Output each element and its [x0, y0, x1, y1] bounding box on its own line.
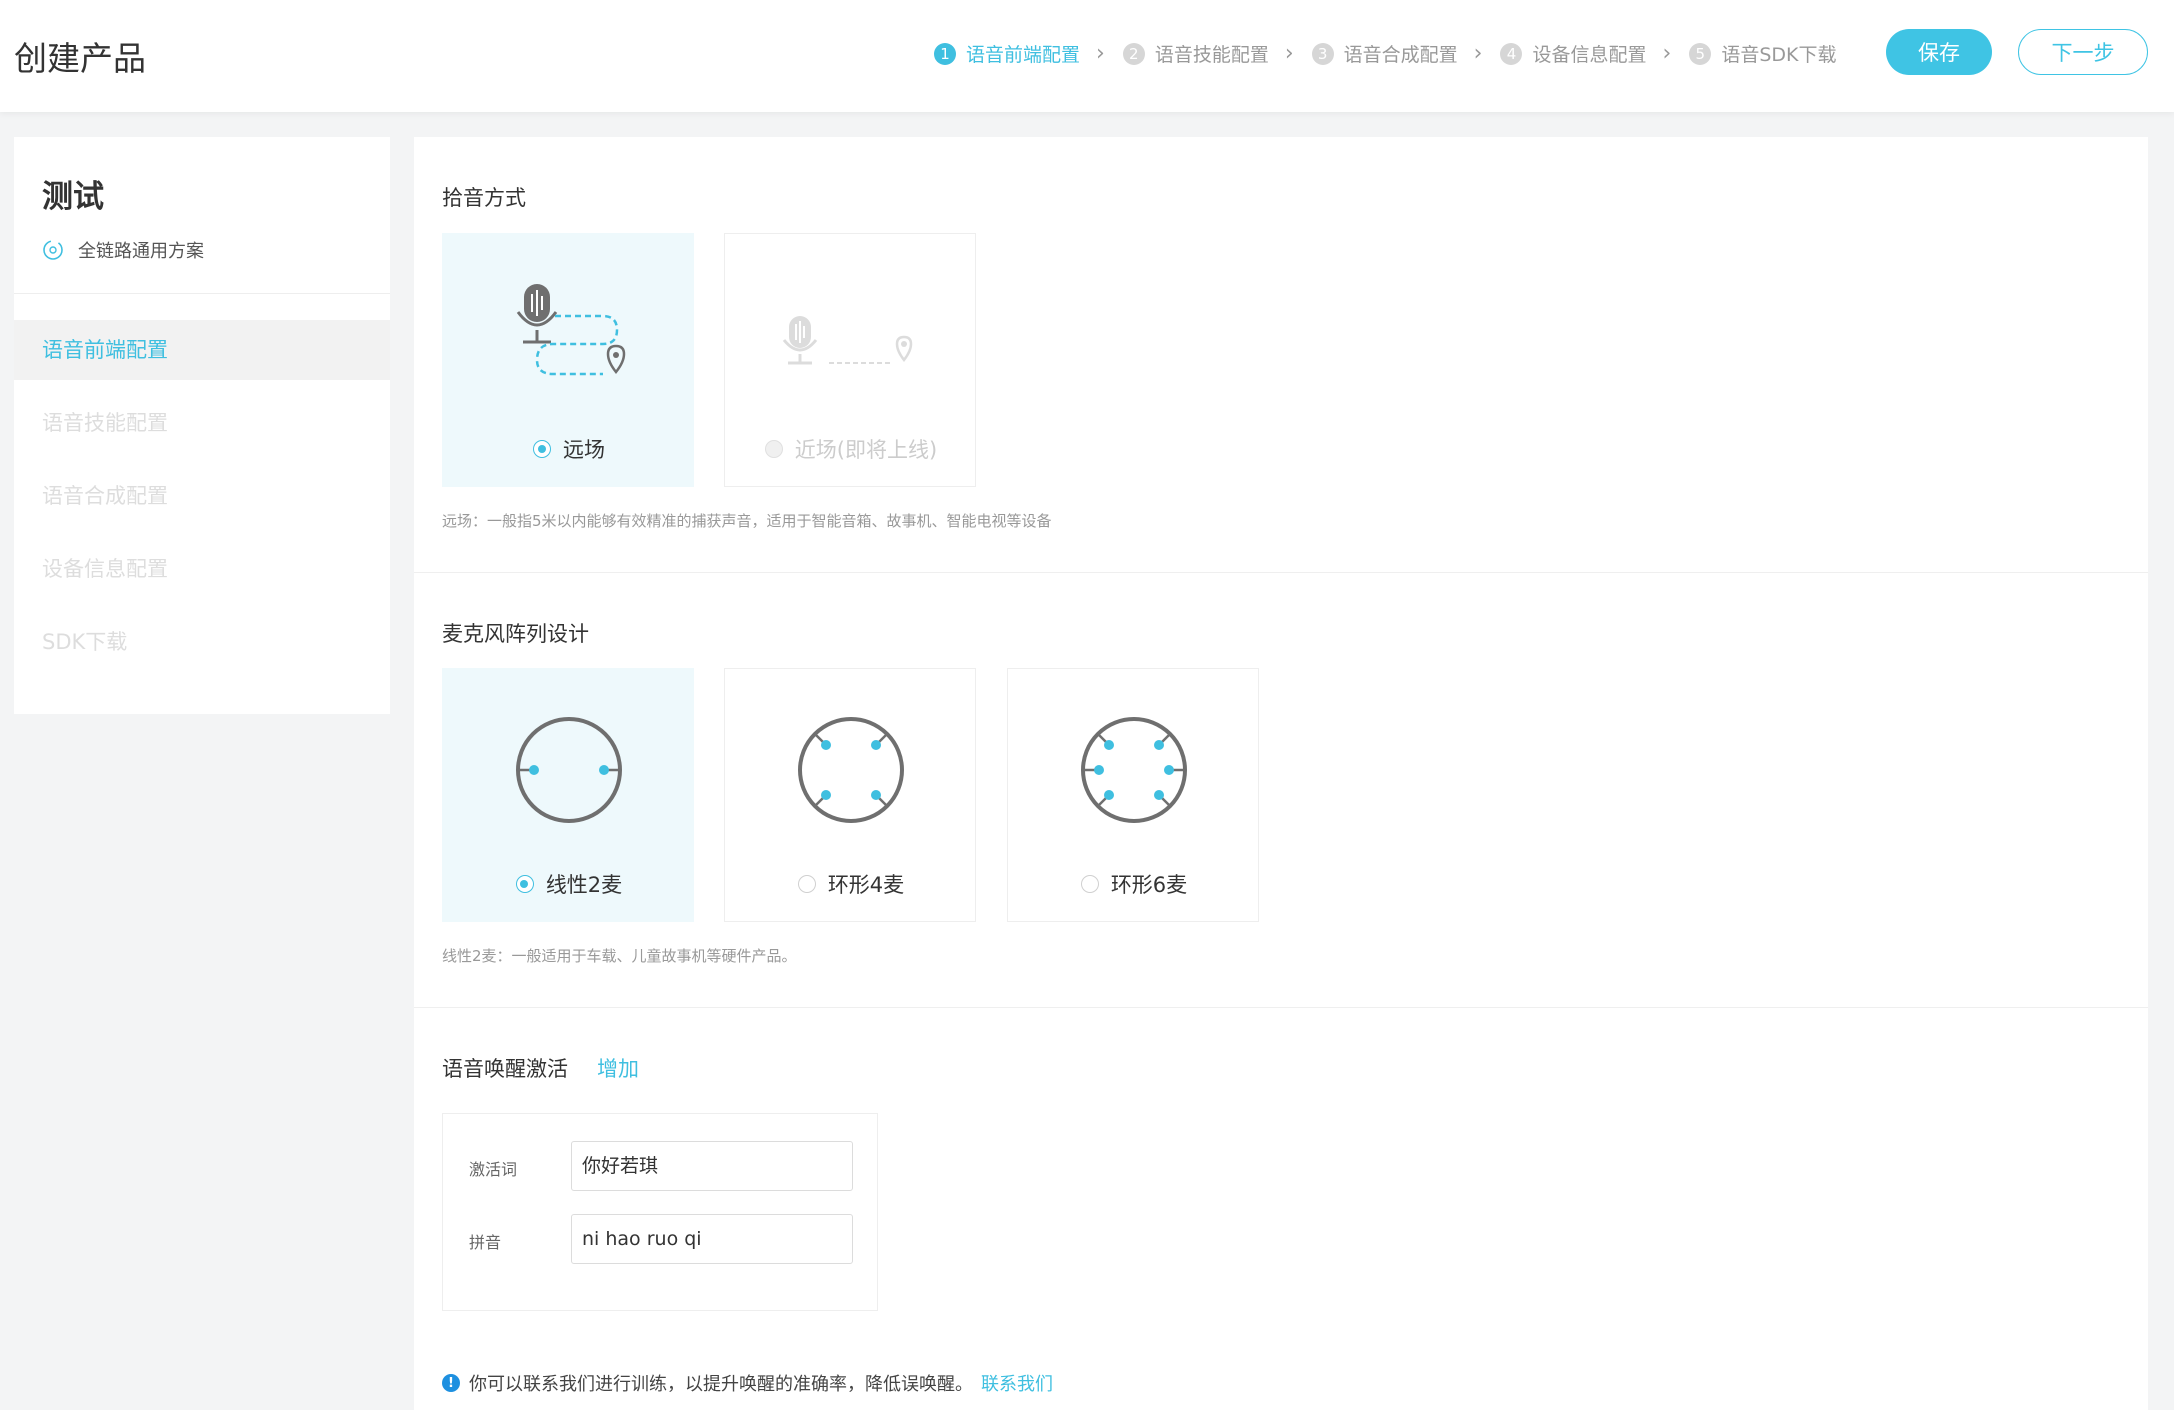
- step-label: 语音合成配置: [1343, 44, 1458, 66]
- sidebar-item-sdk-download[interactable]: SDK下载: [14, 612, 390, 672]
- step-number: 1: [934, 42, 956, 65]
- sidebar-item-skills[interactable]: 语音技能配置: [14, 393, 390, 453]
- step-5[interactable]: 5 语音SDK下载: [1689, 40, 1836, 67]
- divider: [414, 572, 2148, 573]
- step-label: 设备信息配置: [1532, 44, 1647, 66]
- mic-array-description: 线性2麦：一般适用于车载、儿童故事机等硬件产品。: [442, 947, 797, 965]
- wakeup-word-box: 激活词 你好若琪 拼音 ni hao ruo qi: [442, 1113, 878, 1311]
- linear-2-mic-radio-row: 线性2麦: [443, 869, 695, 899]
- pinyin-label: 拼音: [469, 1233, 502, 1252]
- linear-2-mic-icon: [516, 717, 622, 823]
- tip-text: 你可以联系我们进行训练，以提升唤醒的准确率，降低误唤醒。: [469, 1374, 973, 1395]
- step-1[interactable]: 1 语音前端配置: [934, 40, 1080, 67]
- step-number: 4: [1500, 42, 1523, 65]
- pickup-section-title: 拾音方式: [442, 186, 526, 210]
- wakeup-section-title: 语音唤醒激活: [442, 1057, 568, 1081]
- ring-6-mic-icon: [1081, 717, 1187, 823]
- wakeup-word-input[interactable]: 你好若琪: [571, 1141, 853, 1191]
- pinyin-input[interactable]: ni hao ruo qi: [571, 1214, 853, 1264]
- chevron-right-icon: ›: [1662, 41, 1672, 66]
- near-field-option: 近场(即将上线): [724, 233, 976, 487]
- save-button[interactable]: 保存: [1886, 29, 1992, 75]
- ring-4-mic-label: 环形4麦: [827, 873, 905, 897]
- wakeup-word-label: 激活词: [469, 1160, 518, 1179]
- ring-6-mic-label: 环形6麦: [1110, 873, 1188, 897]
- far-field-option[interactable]: 远场: [442, 233, 694, 487]
- sidebar-item-device-info[interactable]: 设备信息配置: [14, 539, 390, 599]
- project-type-label: 全链路通用方案: [78, 241, 204, 262]
- linear-2-mic-radio[interactable]: [515, 875, 534, 893]
- ring-4-mic-radio-row: 环形4麦: [725, 869, 977, 899]
- pickup-description: 远场：一般指5米以内能够有效精准的捕获声音，适用于智能音箱、故事机、智能电视等设…: [442, 512, 1052, 530]
- ring-6-mic-radio-row: 环形6麦: [1008, 869, 1260, 899]
- near-field-radio: [764, 440, 783, 458]
- step-3[interactable]: 3 语音合成配置: [1311, 40, 1458, 67]
- ring-4-mic-radio[interactable]: [797, 875, 816, 893]
- step-2[interactable]: 2 语音技能配置: [1122, 40, 1269, 67]
- page-title: 创建产品: [14, 39, 146, 78]
- info-icon: !: [442, 1374, 460, 1392]
- ring-6-mic-radio[interactable]: [1080, 875, 1099, 893]
- chevron-right-icon: ›: [1473, 41, 1483, 66]
- add-wakeup-word-link[interactable]: 增加: [597, 1053, 639, 1083]
- ring-6-mic-option[interactable]: 环形6麦: [1007, 668, 1259, 922]
- step-label: 语音技能配置: [1154, 44, 1269, 66]
- far-field-mic-icon: [516, 284, 626, 376]
- ring-4-mic-option[interactable]: 环形4麦: [724, 668, 976, 922]
- project-name: 测试: [42, 179, 104, 215]
- far-field-radio[interactable]: [533, 440, 551, 458]
- step-label: 语音SDK下载: [1721, 44, 1837, 66]
- step-number: 3: [1311, 42, 1334, 65]
- mic-array-section-title: 麦克风阵列设计: [442, 622, 589, 646]
- step-label: 语音前端配置: [966, 44, 1081, 66]
- far-field-label: 远场: [563, 438, 605, 462]
- refresh-circle-icon: [43, 240, 63, 260]
- step-number: 5: [1689, 42, 1712, 65]
- ring-4-mic-icon: [798, 717, 904, 823]
- project-type: 全链路通用方案: [42, 237, 204, 263]
- far-field-radio-row: 远场: [443, 434, 695, 464]
- sidebar-item-tts[interactable]: 语音合成配置: [14, 466, 390, 526]
- divider: [14, 293, 390, 294]
- main-panel: 拾音方式 远场 近场(即将上线) 远场：一般指5米以内能够有效精准的捕获声音，适…: [414, 137, 2148, 1410]
- top-header: 创建产品 1 语音前端配置 › 2 语音技能配置 › 3 语音合成配置 › 4 …: [0, 0, 2174, 112]
- chevron-right-icon: ›: [1284, 41, 1294, 66]
- sidebar: 测试 全链路通用方案 语音前端配置 语音技能配置 语音合成配置 设备信息配置 S…: [14, 137, 390, 714]
- step-number: 2: [1122, 42, 1145, 65]
- step-indicator: 1 语音前端配置 › 2 语音技能配置 › 3 语音合成配置 › 4 设备信息配…: [934, 40, 1836, 67]
- linear-2-mic-label: 线性2麦: [545, 873, 623, 897]
- near-field-mic-icon: [782, 316, 913, 365]
- divider: [414, 1007, 2148, 1008]
- chevron-right-icon: ›: [1096, 41, 1105, 66]
- step-4[interactable]: 4 设备信息配置: [1500, 40, 1647, 67]
- training-tip: ! 你可以联系我们进行训练，以提升唤醒的准确率，降低误唤醒。 联系我们: [442, 1370, 1053, 1396]
- near-field-radio-row: 近场(即将上线): [725, 434, 977, 464]
- sidebar-item-frontend[interactable]: 语音前端配置: [14, 320, 390, 380]
- next-step-button[interactable]: 下一步: [2018, 29, 2148, 75]
- contact-us-link[interactable]: 联系我们: [981, 1370, 1053, 1396]
- linear-2-mic-option[interactable]: 线性2麦: [442, 668, 694, 922]
- near-field-label: 近场(即将上线): [794, 438, 938, 462]
